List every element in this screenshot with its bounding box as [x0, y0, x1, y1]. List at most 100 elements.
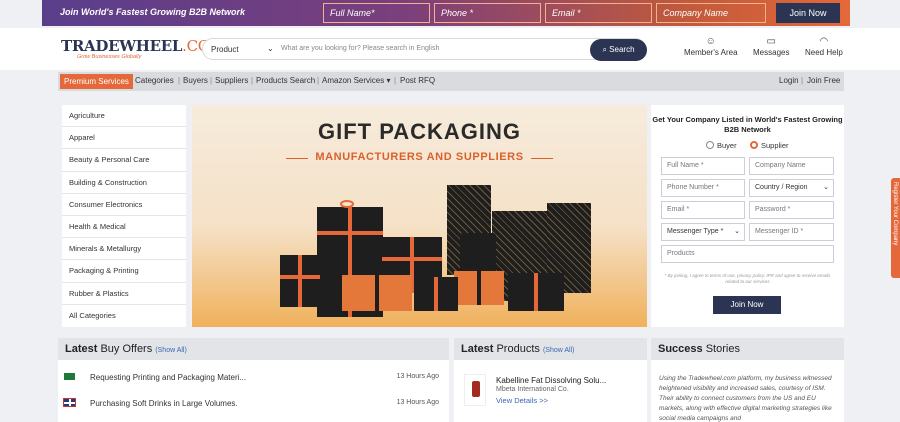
products-show-all[interactable]: (Show All) — [543, 347, 575, 354]
heading-bold: Latest — [461, 343, 494, 355]
need-help-label: Need Help — [805, 48, 843, 57]
buy-offer-time: 13 Hours Ago — [396, 399, 439, 406]
search-button-label: Search — [609, 45, 635, 54]
topbar-full-name-input[interactable]: Full Name* — [323, 3, 430, 23]
topbar-company-input[interactable]: Company Name — [656, 3, 766, 23]
category-sidebar: Agriculture Apparel Beauty & Personal Ca… — [62, 105, 186, 327]
radio-buyer-label: Buyer — [717, 141, 737, 150]
buy-offer-title: Purchasing Soft Drinks in Large Volumes. — [90, 399, 238, 408]
side-tab-label: Register Your Company — [892, 182, 898, 246]
chevron-down-icon: ⌄ — [267, 44, 274, 53]
heading-rest: Stories — [702, 343, 740, 355]
topbar-join-button[interactable]: Join Now — [776, 3, 840, 23]
user-icon: ☺ — [705, 36, 716, 47]
search-input[interactable]: What are you looking for? Please search … — [281, 45, 439, 52]
sidebar-item-building[interactable]: Building & Construction — [62, 172, 186, 194]
nav-divider: | — [394, 76, 397, 85]
buy-offers-heading: Latest Buy Offers (Show All) — [58, 338, 449, 360]
nav-join-free[interactable]: Join Free — [807, 76, 840, 85]
nav-buyers[interactable]: Buyers — [183, 76, 208, 85]
nav-divider: | — [178, 76, 181, 85]
nav-suppliers[interactable]: Suppliers — [215, 76, 248, 85]
round-gift-box — [460, 233, 496, 273]
logo-text: TRADEWHEEL — [61, 37, 183, 55]
password-field[interactable]: Password * — [749, 201, 834, 219]
nav-divider: | — [317, 76, 320, 85]
hero-banner[interactable]: GIFT PACKAGING MANUFACTURERS AND SUPPLIE… — [192, 105, 647, 327]
nav-divider: | — [801, 76, 804, 85]
messages-link[interactable]: ▭ Messages — [753, 36, 789, 57]
radio-supplier[interactable]: Supplier — [750, 141, 789, 150]
sidebar-item-health[interactable]: Health & Medical — [62, 216, 186, 239]
gift-box-orange — [342, 275, 412, 311]
sidebar-item-all-categories[interactable]: All Categories — [62, 305, 186, 327]
product-image[interactable] — [464, 374, 486, 406]
nav-premium-services[interactable]: Premium Services — [60, 74, 133, 89]
search-category-value: Product — [211, 45, 239, 54]
latest-buy-offers-section: Latest Buy Offers (Show All) Requesting … — [58, 338, 449, 422]
main-nav: Premium Services Categories | Buyers | S… — [58, 72, 844, 91]
success-stories-section: Success Stories Using the Tradewheel.com… — [651, 338, 844, 422]
logo-tagline: Grow Businesses Globally — [77, 54, 142, 60]
topbar-email-input[interactable]: Email * — [545, 3, 652, 23]
chevron-down-icon: ⌄ — [823, 184, 829, 191]
full-name-field[interactable]: Full Name * — [661, 157, 745, 175]
topbar-tagline: Join World's Fastest Growing B2B Network — [60, 7, 246, 17]
sidebar-item-electronics[interactable]: Consumer Electronics — [62, 194, 186, 216]
country-select[interactable]: Country / Region ⌄ — [749, 179, 834, 197]
buy-offer-row[interactable]: Purchasing Soft Drinks in Large Volumes.… — [58, 391, 449, 415]
success-story-text: Using the Tradewheel.com platform, my bu… — [659, 375, 832, 422]
product-name[interactable]: Kabelline Fat Dissolving Solu... — [496, 376, 606, 385]
join-now-button[interactable]: Join Now — [713, 296, 781, 314]
messages-label: Messages — [753, 48, 790, 57]
uk-flag-icon — [63, 398, 76, 407]
nav-products-search[interactable]: Products Search — [256, 76, 315, 85]
messenger-id-field[interactable]: Messenger ID * — [749, 223, 834, 241]
buy-offer-row[interactable]: Requesting Printing and Packaging Materi… — [58, 365, 449, 389]
sidebar-item-rubber[interactable]: Rubber & Plastics — [62, 283, 186, 305]
nav-amazon-services[interactable]: Amazon Services ▾ — [322, 76, 390, 85]
buy-offer-title: Requesting Printing and Packaging Materi… — [90, 373, 247, 382]
sidebar-item-agriculture[interactable]: Agriculture — [62, 105, 186, 128]
radio-buyer[interactable]: Buyer — [706, 141, 737, 150]
search-category-select[interactable]: Product ⌄ — [211, 44, 274, 54]
headset-icon: ◠ — [819, 36, 829, 47]
tradewheel-logo[interactable]: TRADEWHEEL.COM — [61, 37, 225, 55]
members-area-label: Member's Area — [684, 48, 738, 57]
search-button[interactable]: ⌕ Search — [590, 39, 647, 61]
site-header: TRADEWHEEL.COM Grow Businesses Globally … — [0, 28, 900, 70]
sidebar-item-minerals[interactable]: Minerals & Metallurgy — [62, 238, 186, 261]
phone-field[interactable]: Phone Number * — [661, 179, 745, 197]
sidebar-item-packaging[interactable]: Packaging & Printing — [62, 260, 186, 283]
sidebar-item-beauty[interactable]: Beauty & Personal Care — [62, 149, 186, 172]
need-help-link[interactable]: ◠ Need Help — [805, 36, 843, 57]
nav-categories[interactable]: Categories — [135, 76, 174, 85]
products-field[interactable]: Products — [661, 245, 834, 263]
gift-box — [414, 277, 458, 311]
email-field[interactable]: Email * — [661, 201, 745, 219]
messenger-type-select[interactable]: Messenger Type * ⌄ — [661, 223, 745, 241]
register-company-panel: Get Your Company Listed in World's Faste… — [651, 105, 844, 327]
message-icon: ▭ — [766, 36, 776, 47]
sidebar-item-apparel[interactable]: Apparel — [62, 127, 186, 150]
topbar-phone-input[interactable]: Phone * — [434, 3, 541, 23]
bottle-shape — [472, 381, 480, 397]
search-box: Product ⌄ What are you looking for? Pleas… — [202, 38, 647, 61]
nav-login[interactable]: Login — [779, 76, 799, 85]
company-name-field[interactable]: Company Name — [749, 157, 834, 175]
nav-divider: | — [210, 76, 213, 85]
product-view-details-link[interactable]: View Details >> — [496, 396, 548, 405]
nav-post-rfq[interactable]: Post RFQ — [400, 76, 435, 85]
product-company: Mbeta International Co. — [496, 386, 569, 393]
banner-title: GIFT PACKAGING — [317, 119, 522, 144]
top-signup-bar: Join World's Fastest Growing B2B Network… — [42, 0, 850, 26]
saudi-arabia-flag-icon — [64, 373, 75, 380]
members-area-link[interactable]: ☺ Member's Area — [684, 36, 738, 57]
latest-products-section: Latest Products (Show All) Kabelline Fat… — [454, 338, 647, 422]
radio-dot-selected — [750, 141, 758, 149]
register-company-side-tab[interactable]: Register Your Company — [891, 178, 900, 278]
register-title: Get Your Company Listed in World's Faste… — [652, 115, 843, 134]
success-heading: Success Stories — [651, 338, 844, 360]
buy-offers-show-all[interactable]: (Show All) — [155, 347, 187, 354]
terms-text: * By joining, I agree to terms of use, p… — [664, 273, 831, 284]
